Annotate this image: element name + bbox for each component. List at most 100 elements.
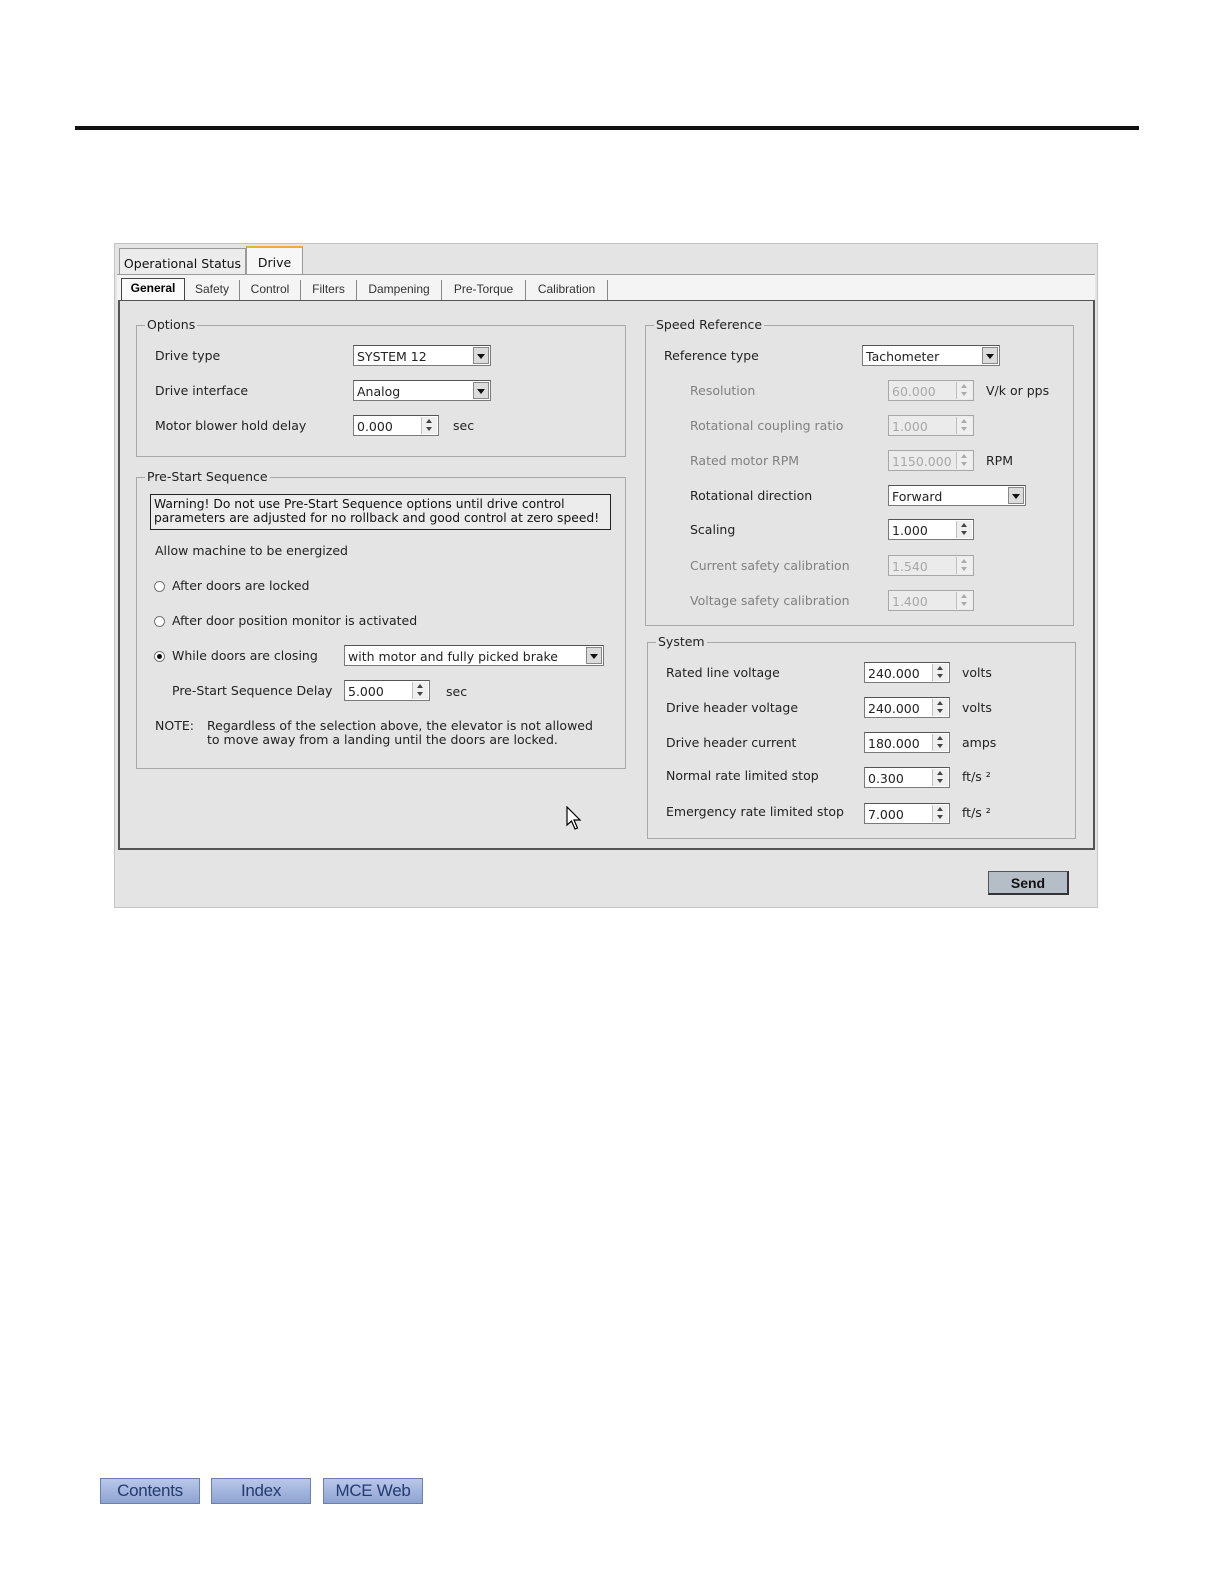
rated-motor-rpm-label: Rated motor RPM [690,453,800,468]
rotational-coupling-ratio-value: 1.000 [892,419,928,434]
rotational-coupling-ratio-label: Rotational coupling ratio [690,418,844,433]
page-header-rule [75,126,1139,130]
pre-start-delay-unit: sec [446,684,468,699]
reference-type-select[interactable]: Tachometer [862,345,1000,366]
pre-start-delay-value: 5.000 [348,684,384,699]
send-button[interactable]: Send [988,871,1069,895]
chevron-down-icon[interactable] [586,647,602,664]
resolution-unit: V/k or pps [986,383,1050,398]
speed-reference-group: Speed Reference Reference type Tachomete… [645,317,1074,626]
emergency-rate-limited-stop-value: 7.000 [868,807,904,822]
tab-operational-status[interactable]: Operational Status [119,248,246,276]
motor-blower-hold-delay-input[interactable]: 0.000 [353,415,439,436]
drive-header-current-input[interactable]: 180.000 [864,732,950,753]
spinner-arrows-icon[interactable] [932,699,948,716]
subtab-control[interactable]: Control [240,280,301,300]
spinner-arrows-icon[interactable] [956,417,972,434]
radio-after-door-position-monitor[interactable] [154,616,165,627]
drive-interface-value: Analog [357,384,401,399]
resolution-input[interactable]: 60.000 [888,380,974,401]
pre-start-delay-input[interactable]: 5.000 [344,680,430,701]
note-line-1: Regardless of the selection above, the e… [207,718,593,733]
chevron-down-icon[interactable] [473,382,489,399]
drive-header-current-label: Drive header current [666,735,797,750]
spinner-arrows-icon[interactable] [956,557,972,574]
spinner-arrows-icon[interactable] [932,769,948,786]
rotational-coupling-ratio-input[interactable]: 1.000 [888,415,974,436]
scaling-input[interactable]: 1.000 [888,519,974,540]
current-safety-calibration-input[interactable]: 1.540 [888,555,974,576]
options-group: Options Drive type SYSTEM 12 Drive inter… [136,317,626,457]
scaling-value: 1.000 [892,523,928,538]
rotational-direction-value: Forward [892,489,943,504]
spinner-arrows-icon[interactable] [412,682,428,699]
normal-rate-limited-stop-input[interactable]: 0.300 [864,767,950,788]
spinner-arrows-icon[interactable] [956,452,972,469]
drive-settings-window: Operational Status Drive General Safety … [114,243,1098,908]
voltage-safety-calibration-label: Voltage safety calibration [690,593,850,608]
rated-line-voltage-value: 240.000 [868,666,920,681]
voltage-safety-calibration-value: 1.400 [892,594,928,609]
chevron-down-icon[interactable] [473,347,489,364]
spinner-arrows-icon[interactable] [932,805,948,822]
rated-motor-rpm-input[interactable]: 1150.000 [888,450,974,471]
drive-header-voltage-label: Drive header voltage [666,700,799,715]
spinner-arrows-icon[interactable] [956,382,972,399]
closing-mode-select[interactable]: with motor and fully picked brake [344,645,604,666]
speed-reference-title: Speed Reference [654,317,765,332]
drive-header-voltage-input[interactable]: 240.000 [864,697,950,718]
system-group: System Rated line voltage 240.000 volts … [647,634,1076,839]
spinner-arrows-icon[interactable] [956,592,972,609]
tab-drive[interactable]: Drive [246,246,303,276]
normal-rate-limited-stop-unit: ft/s ² [962,769,991,784]
mouse-cursor-icon [566,806,582,830]
scaling-label: Scaling [690,522,736,537]
subtab-filters[interactable]: Filters [301,280,357,300]
rotational-direction-select[interactable]: Forward [888,485,1026,506]
drive-type-value: SYSTEM 12 [357,349,427,364]
radio-after-doors-locked-label[interactable]: After doors are locked [172,578,309,593]
emergency-rate-limited-stop-label: Emergency rate limited stop [666,804,844,819]
rated-line-voltage-unit: volts [962,665,992,680]
resolution-label: Resolution [690,383,756,398]
subtab-general[interactable]: General [121,278,185,300]
pre-start-warning: Warning! Do not use Pre-Start Sequence o… [150,494,611,530]
spinner-arrows-icon[interactable] [932,734,948,751]
rated-motor-rpm-value: 1150.000 [892,454,952,469]
spinner-arrows-icon[interactable] [421,417,437,434]
rated-line-voltage-input[interactable]: 240.000 [864,662,950,683]
chevron-down-icon[interactable] [982,347,998,364]
subtab-pre-torque[interactable]: Pre-Torque [442,280,526,300]
subtab-calibration[interactable]: Calibration [526,280,608,300]
mce-web-button[interactable]: MCE Web [323,1478,423,1504]
spinner-arrows-icon[interactable] [932,664,948,681]
motor-blower-hold-delay-label: Motor blower hold delay [155,418,307,433]
drive-interface-select[interactable]: Analog [353,380,491,401]
current-safety-calibration-label: Current safety calibration [690,558,850,573]
drive-type-label: Drive type [155,348,221,363]
warning-line-2: parameters are adjusted for no rollback … [154,511,600,525]
drive-header-voltage-value: 240.000 [868,701,920,716]
subtab-safety[interactable]: Safety [185,280,240,300]
radio-after-doors-locked[interactable] [154,581,165,592]
pre-start-sequence-group: Pre-Start Sequence Warning! Do not use P… [136,469,626,769]
normal-rate-limited-stop-value: 0.300 [868,771,904,786]
pre-start-sequence-title: Pre-Start Sequence [145,469,270,484]
drive-type-select[interactable]: SYSTEM 12 [353,345,491,366]
radio-after-door-position-monitor-label[interactable]: After door position monitor is activated [172,613,417,628]
contents-button[interactable]: Contents [100,1478,200,1504]
general-panel: Options Drive type SYSTEM 12 Drive inter… [118,300,1095,850]
system-title: System [656,634,707,649]
voltage-safety-calibration-input[interactable]: 1.400 [888,590,974,611]
closing-mode-value: with motor and fully picked brake [348,649,558,664]
radio-while-doors-closing-label[interactable]: While doors are closing [172,648,318,663]
radio-while-doors-closing[interactable] [154,651,165,662]
spinner-arrows-icon[interactable] [956,521,972,538]
normal-rate-limited-stop-label: Normal rate limited stop [666,768,819,783]
index-button[interactable]: Index [211,1478,311,1504]
drive-header-current-unit: amps [962,735,997,750]
subtab-dampening[interactable]: Dampening [357,280,442,300]
options-title: Options [145,317,198,332]
chevron-down-icon[interactable] [1008,487,1024,504]
emergency-rate-limited-stop-input[interactable]: 7.000 [864,803,950,824]
